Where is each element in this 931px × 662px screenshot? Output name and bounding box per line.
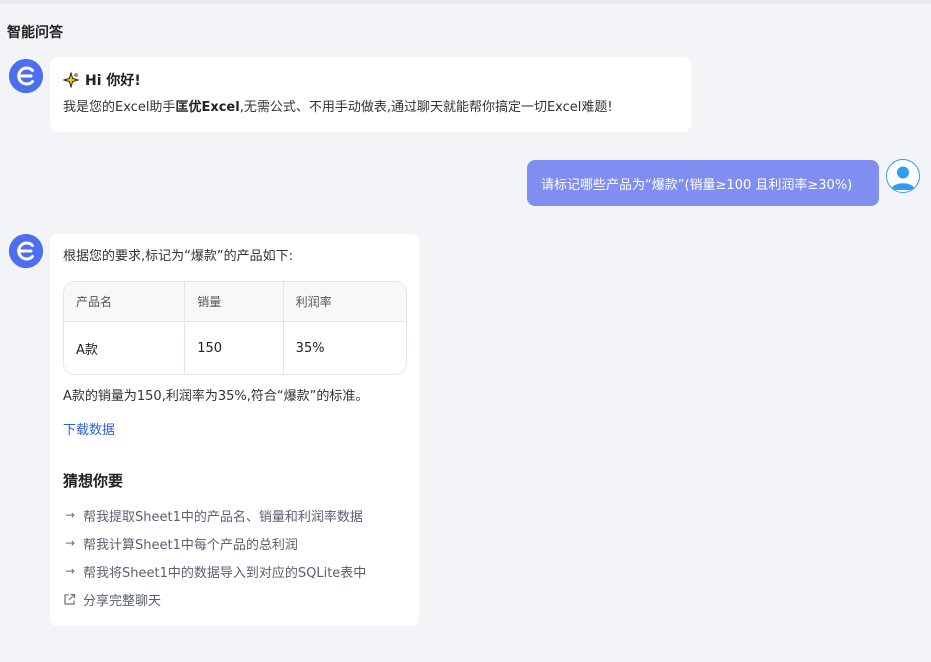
suggestion-item[interactable]: → 帮我将Sheet1中的数据导入到对应的SQLite表中 — [63, 561, 406, 581]
arrow-right-icon: → — [64, 564, 76, 578]
page-title: 智能问答 — [7, 25, 63, 41]
sparkle-icon — [62, 71, 80, 89]
assistant-logo-icon — [9, 59, 43, 93]
user-avatar-icon — [891, 166, 915, 190]
share-chat-text: 分享完整聊天 — [83, 593, 162, 609]
suggestion-item[interactable]: → 帮我计算Sheet1中每个产品的总利润 — [63, 533, 406, 553]
assistant-answer: 根据您的要求,标记为“爆款”的产品如下: 产品名 销量 利润率 A款 150 3… — [50, 234, 419, 626]
answer-summary: A款的销量为150,利润率为35%,符合“爆款”的标准。 — [63, 389, 369, 404]
table-header-row: 产品名 销量 利润率 — [64, 282, 406, 322]
suggestion-item[interactable]: → 帮我提取Sheet1中的产品名、销量和利润率数据 — [63, 505, 406, 525]
arrow-right-icon: → — [64, 536, 76, 550]
result-table: 产品名 销量 利润率 A款 150 35% — [63, 281, 407, 375]
table-cell: 35% — [283, 322, 406, 374]
chat-page: 智能问答 Hi 你好! 我是您的Excel助手匡优Excel,无需公式、不用手动… — [0, 0, 931, 662]
greeting-title-row: Hi 你好! — [62, 70, 678, 90]
user-avatar — [886, 159, 920, 193]
suggestion-text: 帮我提取Sheet1中的产品名、销量和利润率数据 — [83, 509, 363, 525]
greeting-text-prefix: 我是您的Excel助手 — [63, 100, 176, 115]
suggestions-list: → 帮我提取Sheet1中的产品名、销量和利润率数据 → 帮我计算Sheet1中… — [63, 505, 406, 609]
assistant-avatar — [9, 234, 43, 268]
top-divider — [0, 0, 931, 4]
arrow-right-icon: → — [64, 508, 76, 522]
suggestion-text: 帮我计算Sheet1中每个产品的总利润 — [83, 537, 298, 553]
greeting-title: Hi 你好! — [85, 73, 141, 89]
assistant-avatar — [9, 59, 43, 93]
suggestions-title: 猜想你要 — [63, 472, 124, 490]
greeting-text-suffix: ,无需公式、不用手动做表,通过聊天就能帮你搞定一切Excel难题! — [239, 100, 613, 115]
greeting-text: 我是您的Excel助手匡优Excel,无需公式、不用手动做表,通过聊天就能帮你搞… — [63, 98, 678, 118]
user-message-text: 请标记哪些产品为“爆款”(销量≥100 且利润率≥30%) — [541, 177, 853, 193]
brand-name: 匡优Excel — [175, 100, 240, 115]
table-cell: 150 — [185, 322, 284, 374]
share-icon — [63, 593, 77, 606]
column-header-product: 产品名 — [64, 282, 186, 322]
greeting-message: Hi 你好! 我是您的Excel助手匡优Excel,无需公式、不用手动做表,通过… — [50, 57, 691, 132]
column-header-margin: 利润率 — [283, 282, 406, 322]
download-data-link[interactable]: 下载数据 — [63, 421, 115, 441]
table-cell: A款 — [64, 322, 186, 374]
user-message: 请标记哪些产品为“爆款”(销量≥100 且利润率≥30%) — [527, 160, 879, 206]
table-row: A款 150 35% — [64, 322, 406, 374]
assistant-logo-icon — [9, 234, 43, 268]
column-header-sales: 销量 — [185, 282, 284, 322]
share-chat-item[interactable]: 分享完整聊天 — [63, 589, 406, 609]
suggestion-text: 帮我将Sheet1中的数据导入到对应的SQLite表中 — [83, 565, 367, 581]
answer-intro: 根据您的要求,标记为“爆款”的产品如下: — [63, 249, 293, 264]
